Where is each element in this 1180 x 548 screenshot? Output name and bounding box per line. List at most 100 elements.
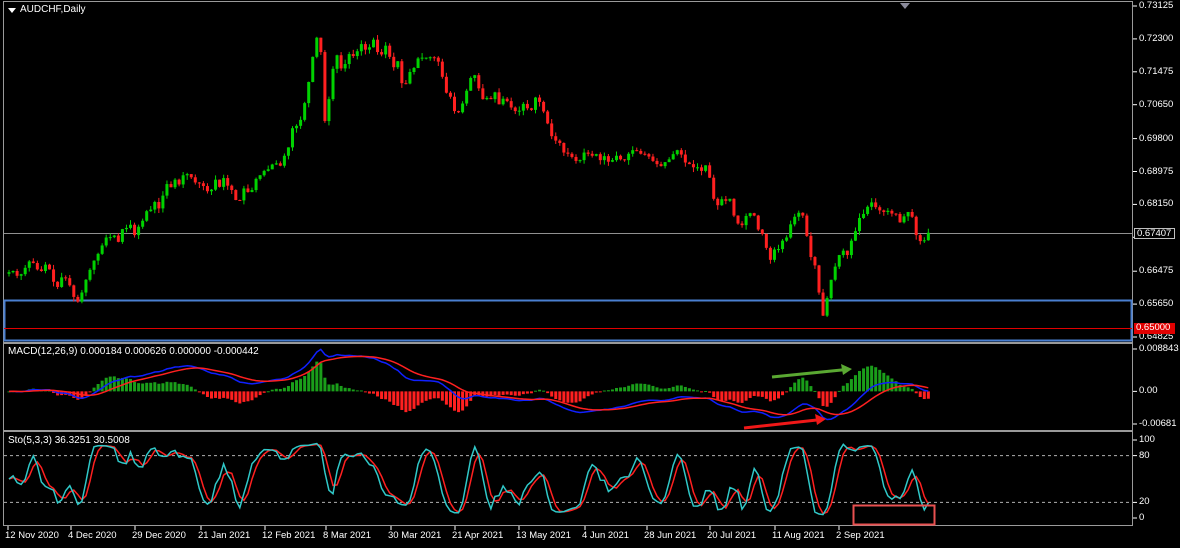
date-axis-label: 8 Mar 2021 [323, 530, 372, 541]
candle-body [23, 267, 27, 275]
candle-body [712, 177, 716, 199]
candle-body [886, 210, 890, 212]
candle-body [546, 111, 550, 124]
candle-body [691, 164, 695, 168]
candle-body [11, 270, 15, 273]
macd-histogram-bar [635, 383, 639, 392]
chart-shift-marker-icon[interactable] [900, 3, 910, 9]
candle-body [651, 156, 655, 161]
chart-canvas[interactable] [0, 0, 1180, 548]
macd-histogram-bar [181, 384, 185, 392]
macd-histogram-bar [218, 391, 222, 399]
candle-body [327, 99, 331, 122]
macd-histogram-bar [789, 387, 793, 392]
macd-histogram-bar [189, 386, 193, 392]
price-axis-label: 0.70650 [1139, 98, 1174, 110]
candle-body [817, 265, 821, 293]
candle-body [534, 97, 537, 110]
macd-histogram-bar [817, 391, 821, 399]
macd-histogram-bar [100, 380, 104, 392]
date-axis-label: 21 Apr 2021 [452, 530, 504, 541]
macd-histogram-bar [910, 388, 914, 392]
macd-histogram-bar [801, 377, 805, 392]
candle-body [809, 235, 813, 258]
divergence-arrow-head [815, 414, 826, 425]
candle-body [736, 215, 740, 224]
candle-body [351, 54, 355, 57]
candle-body [453, 96, 456, 112]
candle-body [542, 101, 546, 112]
candle-body [197, 182, 201, 184]
candle-body [291, 128, 294, 148]
macd-histogram-bar [303, 376, 307, 392]
macd-histogram-bar [205, 391, 209, 397]
candle-body [246, 188, 250, 193]
candle-body [303, 103, 307, 120]
candle-body [700, 167, 704, 171]
macd-histogram-bar [825, 391, 829, 407]
candle-body [60, 277, 64, 287]
macd-histogram-bar [809, 386, 813, 392]
price-axis-label: 0.73125 [1139, 0, 1174, 11]
stochastic-indicator-label: Sto(5,3,3) 36.3251 30.5008 [8, 435, 130, 446]
candle-body [728, 198, 732, 201]
candle-body [408, 72, 412, 84]
candle-body [262, 170, 266, 176]
candle-body [797, 212, 801, 217]
candle-body [416, 58, 420, 69]
macd-histogram-bar [554, 391, 558, 400]
stochastic-axis-label: 100 [1139, 434, 1155, 445]
macd-histogram-bar [732, 391, 736, 402]
candle-body [659, 164, 663, 167]
candle-body [756, 215, 760, 230]
macd-histogram-bar [197, 391, 201, 393]
date-axis-label: 13 May 2021 [516, 530, 571, 541]
macd-histogram-bar [627, 385, 631, 392]
candle-body [428, 57, 432, 59]
price-axis-label: 0.66475 [1139, 265, 1174, 277]
macd-histogram-bar [619, 387, 623, 392]
candle-body [108, 237, 112, 239]
candle-body [870, 202, 874, 207]
macd-histogram-bar [517, 391, 521, 396]
candle-body [586, 152, 590, 154]
candle-body [752, 213, 756, 216]
macd-histogram-bar [525, 391, 529, 394]
candle-body [878, 207, 882, 211]
macd-histogram-bar [372, 391, 375, 394]
candle-body [687, 162, 691, 165]
macd-histogram-bar [683, 386, 687, 392]
macd-histogram-bar [250, 391, 254, 401]
candle-body [748, 213, 752, 216]
candle-body [436, 57, 440, 62]
candle-body [805, 215, 809, 236]
candle-body [619, 155, 623, 160]
macd-histogram-bar [752, 391, 756, 396]
candle-body [785, 237, 789, 241]
macd-histogram-bar [461, 391, 465, 411]
candle-body [412, 68, 416, 73]
macd-histogram-bar [129, 379, 132, 392]
macd-histogram-bar [651, 385, 655, 392]
candle-body [116, 235, 120, 242]
macd-histogram-bar [327, 384, 331, 392]
candle-body [465, 90, 469, 104]
candle-body [181, 175, 185, 185]
candle-body [367, 47, 371, 50]
candle-body [493, 92, 497, 100]
macd-histogram-bar [161, 383, 165, 392]
candle-body [841, 250, 845, 256]
candle-body [120, 229, 124, 242]
macd-histogram-bar [602, 390, 606, 392]
candle-body [825, 298, 829, 316]
symbol-dropdown-icon[interactable] [8, 8, 16, 13]
macd-histogram-bar [598, 391, 602, 393]
macd-histogram-bar [720, 391, 724, 401]
macd-histogram-bar [679, 385, 683, 392]
macd-histogram-bar [647, 384, 651, 392]
macd-histogram-bar [878, 369, 882, 392]
macd-histogram-bar [254, 391, 258, 398]
candle-body [19, 274, 23, 276]
candle-body [922, 240, 926, 242]
candle-body [169, 184, 173, 188]
